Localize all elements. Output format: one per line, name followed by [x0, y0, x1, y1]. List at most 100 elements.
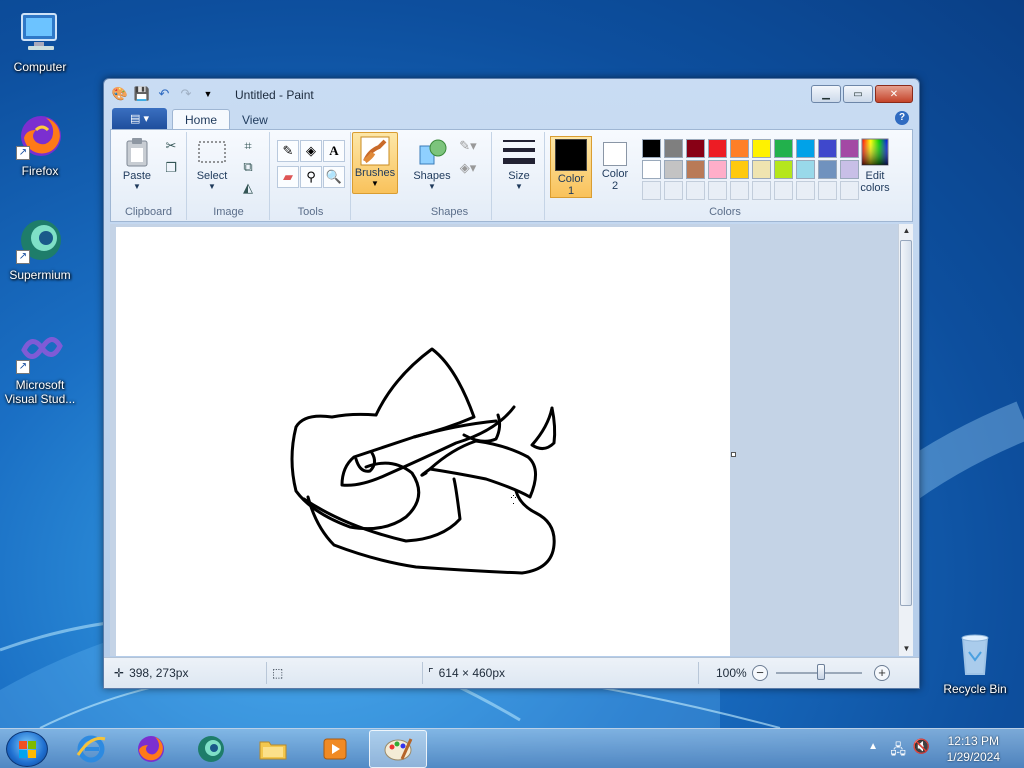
- copy-icon[interactable]: ❐: [161, 158, 181, 178]
- custom-color-slot[interactable]: [642, 181, 661, 200]
- tab-home[interactable]: Home: [172, 109, 231, 130]
- drawing-canvas[interactable]: [116, 227, 730, 656]
- brush-icon: [359, 135, 391, 167]
- vertical-scrollbar[interactable]: ▲ ▼: [898, 224, 913, 656]
- desktop-icon-label: Microsoft: [15, 378, 65, 392]
- brushes-button[interactable]: Brushes ▼: [352, 132, 398, 194]
- scroll-up-arrow-icon[interactable]: ▲: [899, 224, 914, 238]
- fill-icon[interactable]: ◈: [300, 140, 322, 162]
- custom-color-slot[interactable]: [664, 181, 683, 200]
- paint-menu-button[interactable]: ▤ ▾: [112, 108, 167, 129]
- palette-swatch[interactable]: [708, 139, 727, 158]
- save-icon[interactable]: 💾: [134, 86, 150, 102]
- paint-window: 🎨 💾 ↶ ↷ ▼ Untitled - Paint ▁ ▭ ✕ ▤ ▾ Hom…: [103, 78, 920, 689]
- canvas-resize-handle-right[interactable]: [731, 452, 736, 457]
- cut-icon[interactable]: ✂: [161, 136, 181, 156]
- custom-color-slot[interactable]: [708, 181, 727, 200]
- palette-swatch[interactable]: [642, 139, 661, 158]
- desktop-icon-recycle-bin[interactable]: Recycle Bin: [935, 630, 1015, 696]
- redo-icon[interactable]: ↷: [178, 86, 194, 102]
- shape-fill-icon[interactable]: ◈▾: [458, 158, 478, 178]
- shortcut-arrow-icon: ↗: [16, 360, 30, 374]
- color1-button[interactable]: Color 1: [550, 136, 592, 198]
- palette-swatch[interactable]: [686, 160, 705, 179]
- palette-swatch[interactable]: [730, 160, 749, 179]
- rotate-icon[interactable]: ◭: [238, 178, 258, 198]
- palette-swatch[interactable]: [752, 160, 771, 179]
- minimize-button[interactable]: ▁: [811, 85, 841, 103]
- taskbar-supermium[interactable]: [182, 730, 240, 768]
- start-button[interactable]: [6, 731, 48, 767]
- palette-swatch[interactable]: [796, 139, 815, 158]
- palette-swatch[interactable]: [642, 160, 661, 179]
- clock[interactable]: 12:13 PM 1/29/2024: [947, 733, 1000, 765]
- pencil-icon[interactable]: ✎: [277, 140, 299, 162]
- color2-button[interactable]: Color 2: [594, 136, 636, 198]
- desktop-icon-firefox[interactable]: ↗ Firefox: [0, 112, 80, 178]
- edit-colors-button[interactable]: Edit colors: [852, 136, 898, 194]
- paint-app-icon[interactable]: 🎨: [112, 86, 128, 102]
- desktop-icon-computer[interactable]: Computer: [0, 8, 80, 74]
- custom-color-slot[interactable]: [796, 181, 815, 200]
- customize-qat-icon[interactable]: ▼: [200, 86, 216, 102]
- palette-swatch[interactable]: [774, 139, 793, 158]
- magnifier-icon[interactable]: 🔍: [323, 166, 345, 188]
- network-icon[interactable]: 🖧: [890, 739, 906, 763]
- show-hidden-icons[interactable]: ▲: [868, 741, 878, 752]
- palette-swatch[interactable]: [686, 139, 705, 158]
- shapes-button[interactable]: Shapes ▼: [410, 136, 454, 191]
- maximize-button[interactable]: ▭: [843, 85, 873, 103]
- selection-size: ⬚: [272, 666, 283, 680]
- desktop-icon-visual-studio[interactable]: ↗ Microsoft Visual Stud...: [0, 326, 80, 406]
- select-icon: [196, 136, 228, 168]
- palette-swatch[interactable]: [796, 160, 815, 179]
- palette-swatch[interactable]: [708, 160, 727, 179]
- resize-icon[interactable]: ⧉: [238, 157, 258, 177]
- taskbar-paint[interactable]: [369, 730, 427, 768]
- palette-swatch[interactable]: [664, 139, 683, 158]
- custom-color-slot[interactable]: [752, 181, 771, 200]
- scrollbar-thumb[interactable]: [900, 240, 912, 606]
- divider: [698, 662, 699, 684]
- shapes-icon: [416, 136, 448, 168]
- line-size-icon: [503, 136, 535, 168]
- undo-icon[interactable]: ↶: [156, 86, 172, 102]
- taskbar-firefox[interactable]: [122, 730, 180, 768]
- text-icon[interactable]: A: [323, 140, 345, 162]
- taskbar-internet-explorer[interactable]: [62, 730, 120, 768]
- canvas-workspace[interactable]: [110, 224, 898, 656]
- zoom-in-button[interactable]: +: [874, 665, 890, 681]
- volume-muted-icon[interactable]: 🔇: [913, 738, 930, 755]
- crop-icon[interactable]: ⌗: [238, 136, 258, 156]
- select-button[interactable]: Select ▼: [192, 136, 232, 191]
- tab-view[interactable]: View: [230, 109, 280, 130]
- palette-swatch[interactable]: [664, 160, 683, 179]
- close-button[interactable]: ✕: [875, 85, 913, 103]
- custom-color-slot[interactable]: [730, 181, 749, 200]
- taskbar-file-explorer[interactable]: [244, 730, 302, 768]
- custom-color-slot[interactable]: [818, 181, 837, 200]
- palette-swatch[interactable]: [818, 160, 837, 179]
- color-picker-icon[interactable]: ⚲: [300, 166, 322, 188]
- palette-swatch[interactable]: [818, 139, 837, 158]
- eraser-icon[interactable]: ▰: [277, 166, 299, 188]
- size-button[interactable]: Size ▼: [497, 136, 541, 191]
- size-group: Size ▼: [493, 132, 545, 220]
- group-label-shapes: Shapes: [430, 206, 469, 218]
- outline-icon[interactable]: ✎▾: [458, 136, 478, 156]
- custom-color-slot[interactable]: [774, 181, 793, 200]
- zoom-slider-thumb[interactable]: [817, 664, 825, 680]
- palette-swatch[interactable]: [774, 160, 793, 179]
- dropdown-arrow-icon: ▼: [428, 182, 436, 191]
- desktop-icon-supermium[interactable]: ↗ Supermium: [0, 216, 80, 282]
- palette-swatch[interactable]: [752, 139, 771, 158]
- taskbar-media-player[interactable]: [306, 730, 364, 768]
- help-icon[interactable]: ?: [895, 111, 909, 125]
- dropdown-arrow-icon: ▼: [515, 182, 523, 191]
- scroll-down-arrow-icon[interactable]: ▼: [899, 642, 914, 656]
- paste-button[interactable]: Paste ▼: [117, 136, 157, 191]
- zoom-out-button[interactable]: −: [752, 665, 768, 681]
- custom-color-slot[interactable]: [686, 181, 705, 200]
- canvas-size: ⌜ 614 × 460px: [428, 666, 505, 680]
- palette-swatch[interactable]: [730, 139, 749, 158]
